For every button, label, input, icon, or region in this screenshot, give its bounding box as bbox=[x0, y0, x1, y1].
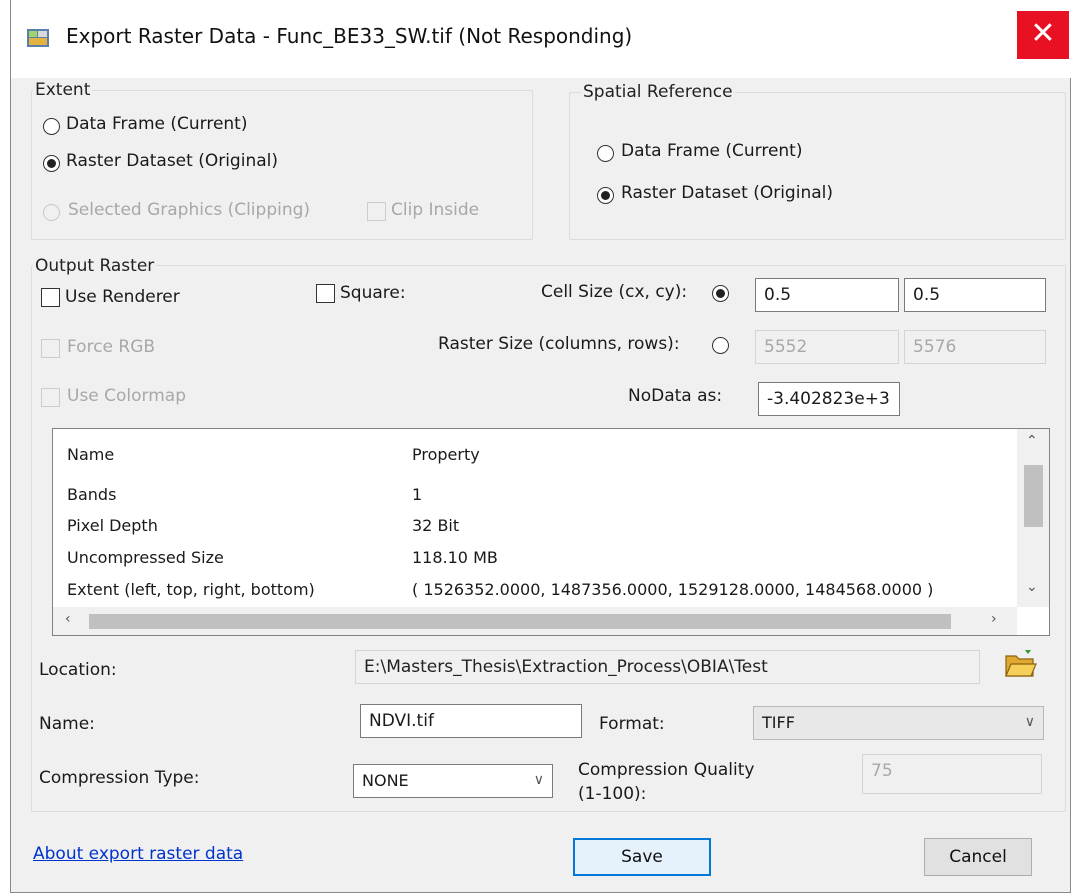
clip-inside-checkbox bbox=[367, 202, 386, 221]
scroll-right-icon[interactable]: › bbox=[991, 611, 997, 627]
sr-data-frame-label[interactable]: Data Frame (Current) bbox=[621, 141, 802, 161]
selected-graphics-radio bbox=[43, 204, 60, 221]
close-button[interactable]: ✕ bbox=[1017, 11, 1069, 59]
close-icon: ✕ bbox=[1030, 16, 1056, 51]
format-select[interactable]: TIFF ∨ bbox=[753, 706, 1044, 740]
horizontal-scrollbar[interactable]: ‹ › bbox=[53, 607, 1017, 635]
vertical-scroll-thumb[interactable] bbox=[1024, 465, 1043, 527]
extent-raster-dataset-label[interactable]: Raster Dataset (Original) bbox=[66, 151, 278, 171]
table-row-value: 118.10 MB bbox=[412, 548, 498, 567]
use-colormap-label: Use Colormap bbox=[67, 386, 187, 406]
scroll-left-icon[interactable]: ‹ bbox=[65, 611, 71, 627]
table-row-value: 32 Bit bbox=[412, 516, 460, 535]
compression-type-select[interactable]: NONE ∨ bbox=[353, 764, 553, 798]
table-row-name: Pixel Depth bbox=[67, 516, 158, 535]
vertical-scrollbar[interactable]: ⌃ ⌄ bbox=[1017, 429, 1049, 607]
extent-data-frame-radio[interactable] bbox=[43, 118, 60, 135]
selected-graphics-label: Selected Graphics (Clipping) bbox=[68, 200, 311, 220]
compression-type-label: Compression Type: bbox=[39, 768, 200, 788]
location-input: E:\Masters_Thesis\Extraction_Process\OBI… bbox=[355, 650, 980, 684]
compression-quality-input: 75 bbox=[862, 754, 1042, 794]
format-label: Format: bbox=[599, 714, 665, 734]
square-label[interactable]: Square: bbox=[340, 283, 406, 303]
sr-data-frame-radio[interactable] bbox=[597, 145, 614, 162]
header-name[interactable]: Name bbox=[67, 445, 114, 464]
sr-raster-dataset-radio[interactable] bbox=[597, 187, 614, 204]
extent-data-frame-label[interactable]: Data Frame (Current) bbox=[66, 114, 247, 134]
spatial-reference-group-label: Spatial Reference bbox=[581, 82, 735, 102]
clip-inside-label: Clip Inside bbox=[391, 200, 480, 220]
raster-columns-input: 5552 bbox=[755, 330, 899, 364]
use-renderer-checkbox[interactable] bbox=[41, 288, 60, 307]
format-value: TIFF bbox=[762, 713, 795, 732]
open-folder-icon[interactable] bbox=[1003, 648, 1037, 680]
compression-quality-label-line1: Compression Quality bbox=[578, 760, 755, 780]
raster-size-radio[interactable] bbox=[712, 337, 729, 354]
table-row-name: Bands bbox=[67, 485, 117, 504]
table-row-value: 1 bbox=[412, 485, 423, 504]
raster-size-label: Raster Size (columns, rows): bbox=[438, 334, 680, 354]
square-checkbox[interactable] bbox=[316, 284, 335, 303]
nodata-input[interactable]: -3.402823e+3 bbox=[758, 382, 900, 416]
title-bar: Export Raster Data - Func_BE33_SW.tif (N… bbox=[11, 0, 1071, 78]
scroll-up-icon[interactable]: ⌃ bbox=[1026, 433, 1038, 449]
chevron-down-icon: ∨ bbox=[533, 772, 544, 788]
extent-raster-dataset-radio[interactable] bbox=[43, 155, 60, 172]
cell-size-cx-input[interactable]: 0.5 bbox=[755, 278, 899, 312]
cell-size-cy-input[interactable]: 0.5 bbox=[904, 278, 1046, 312]
use-colormap-checkbox bbox=[41, 388, 60, 407]
raster-rows-input: 5576 bbox=[904, 330, 1046, 364]
table-row-name: Uncompressed Size bbox=[67, 548, 224, 567]
sr-raster-dataset-label[interactable]: Raster Dataset (Original) bbox=[621, 183, 833, 203]
force-rgb-checkbox bbox=[41, 339, 60, 358]
save-button[interactable]: Save bbox=[573, 838, 711, 876]
cell-size-label: Cell Size (cx, cy): bbox=[541, 282, 688, 302]
table-row-value: ( 1526352.0000, 1487356.0000, 1529128.00… bbox=[412, 580, 934, 599]
cell-size-radio[interactable] bbox=[712, 285, 729, 302]
header-property[interactable]: Property bbox=[412, 445, 480, 464]
use-renderer-label[interactable]: Use Renderer bbox=[65, 287, 180, 307]
raster-app-icon bbox=[27, 29, 49, 47]
force-rgb-label: Force RGB bbox=[67, 337, 156, 357]
extent-group-label: Extent bbox=[33, 80, 93, 100]
horizontal-scroll-thumb[interactable] bbox=[89, 614, 951, 629]
chevron-down-icon: ∨ bbox=[1024, 714, 1035, 730]
spatial-reference-group bbox=[569, 92, 1066, 240]
name-label: Name: bbox=[39, 714, 95, 734]
name-input[interactable]: NDVI.tif bbox=[360, 704, 582, 738]
export-raster-dialog: Export Raster Data - Func_BE33_SW.tif (N… bbox=[10, 0, 1071, 893]
location-label: Location: bbox=[39, 660, 117, 680]
table-row-name: Extent (left, top, right, bottom) bbox=[67, 580, 315, 599]
scroll-down-icon[interactable]: ⌄ bbox=[1026, 579, 1038, 595]
cancel-button[interactable]: Cancel bbox=[924, 838, 1032, 876]
window-title: Export Raster Data - Func_BE33_SW.tif (N… bbox=[66, 24, 633, 48]
properties-table[interactable]: Name Property Bands 1 Pixel Depth 32 Bit… bbox=[52, 428, 1050, 636]
output-raster-group-label: Output Raster bbox=[33, 256, 157, 276]
compression-type-value: NONE bbox=[362, 771, 409, 790]
compression-quality-label-line2: (1-100): bbox=[578, 784, 647, 804]
about-export-link[interactable]: About export raster data bbox=[33, 844, 243, 864]
nodata-label: NoData as: bbox=[628, 386, 723, 406]
